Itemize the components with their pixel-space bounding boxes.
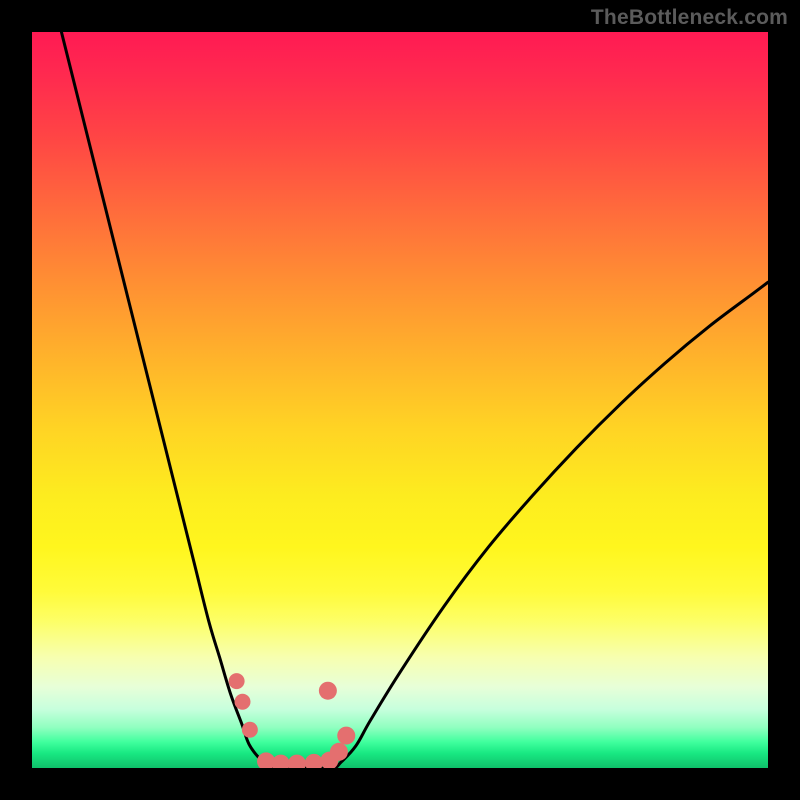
- curve-path: [61, 32, 768, 768]
- marker-point: [337, 727, 355, 745]
- marker-group: [229, 673, 356, 768]
- chart-container: TheBottleneck.com: [0, 0, 800, 800]
- chart-svg: [32, 32, 768, 768]
- marker-point: [229, 673, 245, 689]
- watermark-text: TheBottleneck.com: [591, 6, 788, 30]
- marker-point: [272, 755, 290, 768]
- marker-point: [235, 694, 251, 710]
- marker-point: [319, 682, 337, 700]
- marker-point: [330, 743, 348, 761]
- marker-point: [305, 754, 323, 768]
- marker-point: [288, 755, 306, 768]
- plot-area: [32, 32, 768, 768]
- bottleneck-curve: [61, 32, 768, 768]
- marker-point: [242, 722, 258, 738]
